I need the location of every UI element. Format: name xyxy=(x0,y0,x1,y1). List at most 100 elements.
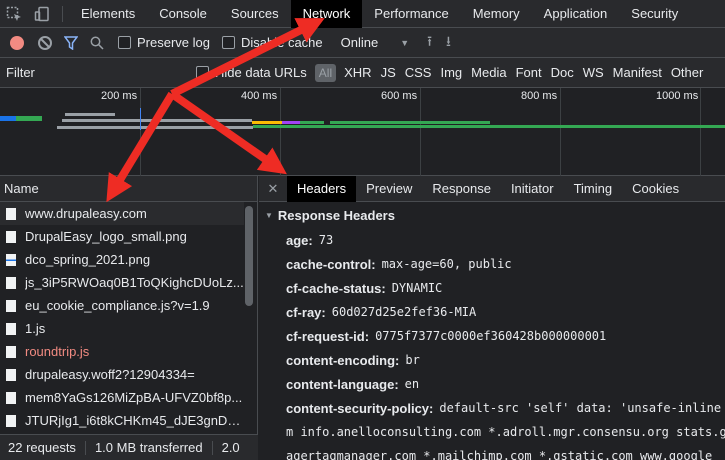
tab-network[interactable]: Network xyxy=(290,0,363,28)
filter-type-js[interactable]: JS xyxy=(381,65,396,80)
details-tab-bar: ✕ Headers Preview Response Initiator Tim… xyxy=(259,176,725,202)
tab-cookies[interactable]: Cookies xyxy=(622,176,689,202)
filter-icon[interactable] xyxy=(64,35,78,50)
request-name-error: roundtrip.js xyxy=(25,344,90,359)
header-key: content-security-policy: xyxy=(286,400,434,416)
tab-elements[interactable]: Elements xyxy=(69,0,147,28)
header-value: br xyxy=(405,353,420,367)
clear-button[interactable] xyxy=(38,35,52,50)
network-overview[interactable]: 200 ms 400 ms 600 ms 800 ms 1000 ms xyxy=(0,88,725,176)
preserve-log-checkbox[interactable] xyxy=(118,36,131,49)
header-row: content-security-policy: default-src 'sel… xyxy=(259,396,725,420)
header-key: cf-cache-status: xyxy=(286,280,386,296)
summary-divider xyxy=(211,440,213,455)
tab-performance[interactable]: Performance xyxy=(362,0,460,28)
request-row[interactable]: eu_cookie_compliance.js?v=1.9 xyxy=(0,294,244,317)
document-icon xyxy=(6,276,16,289)
inspect-element-icon[interactable] xyxy=(0,0,28,28)
import-har-icon[interactable]: ⭱ xyxy=(427,31,432,55)
filter-type-all[interactable]: All xyxy=(314,63,337,82)
document-icon xyxy=(6,230,16,243)
preserve-log-label: Preserve log xyxy=(137,35,210,50)
tab-memory[interactable]: Memory xyxy=(461,0,532,28)
column-header-name[interactable]: Name xyxy=(0,176,257,202)
hide-data-urls-checkbox[interactable] xyxy=(196,66,209,79)
filter-type-other[interactable]: Other xyxy=(671,65,704,80)
request-name: www.drupaleasy.com xyxy=(25,206,147,221)
header-row: cf-cache-status: DYNAMIC xyxy=(259,276,725,300)
request-details: ✕ Headers Preview Response Initiator Tim… xyxy=(259,176,725,460)
request-row[interactable]: www.drupaleasy.com xyxy=(0,202,244,225)
filter-type-media[interactable]: Media xyxy=(471,65,506,80)
header-key: content-language: xyxy=(286,376,399,392)
throttling-value: Online xyxy=(340,35,379,50)
tab-application[interactable]: Application xyxy=(532,0,620,28)
header-row: content-language: en xyxy=(259,372,725,396)
grid-line xyxy=(140,88,141,176)
document-icon xyxy=(6,345,16,358)
timeline-bar xyxy=(16,116,42,121)
tab-console[interactable]: Console xyxy=(147,0,219,28)
tick-label: 800 ms xyxy=(521,90,558,102)
header-key: content-encoding: xyxy=(286,352,400,368)
tab-headers[interactable]: Headers xyxy=(287,176,357,202)
request-row[interactable]: roundtrip.js xyxy=(0,340,244,363)
section-title: Response Headers xyxy=(277,207,395,223)
document-icon xyxy=(6,322,16,335)
throttling-select[interactable]: Online ▼ xyxy=(341,35,410,50)
close-icon[interactable]: ✕ xyxy=(259,181,287,197)
timeline-bar xyxy=(252,121,282,124)
network-summary: 22 requests 1.0 MB transferred 2.0 xyxy=(0,434,258,460)
request-row[interactable]: drupaleasy.woff2?12904334= xyxy=(0,363,244,386)
tab-security[interactable]: Security xyxy=(619,0,690,28)
filter-type-font[interactable]: Font xyxy=(516,65,542,80)
header-value: 73 xyxy=(318,233,334,247)
filter-type-ws[interactable]: WS xyxy=(583,65,604,80)
export-har-icon[interactable]: ⭳ xyxy=(446,31,451,55)
tab-initiator[interactable]: Initiator xyxy=(501,176,564,202)
document-icon xyxy=(6,391,16,404)
record-button[interactable] xyxy=(10,35,24,50)
tick-label: 1000 ms xyxy=(656,90,699,102)
header-key: cf-request-id: xyxy=(286,328,370,344)
grid-line xyxy=(700,88,701,176)
filter-type-img[interactable]: Img xyxy=(440,65,462,80)
request-row[interactable]: js_3iP5RWOaq0B1ToQKighcDUoLz... xyxy=(0,271,244,294)
request-name: mem8YaGs126MiZpBA-UFVZ0bf8p... xyxy=(25,390,243,405)
filter-placeholder: Filter xyxy=(6,65,35,80)
request-row[interactable]: dco_spring_2021.png xyxy=(0,248,244,271)
filter-bar: Filter Hide data URLs All XHR JS CSS Img… xyxy=(0,58,725,88)
timeline-bar xyxy=(300,121,324,124)
request-row[interactable]: DrupalEasy_logo_small.png xyxy=(0,225,244,248)
timeline-bar xyxy=(57,126,253,129)
document-icon xyxy=(6,414,16,427)
tab-timing[interactable]: Timing xyxy=(564,176,623,202)
tab-preview[interactable]: Preview xyxy=(356,176,422,202)
timeline-bar xyxy=(62,119,252,122)
request-name: JTURjIg1_i6t8kCHKm45_dJE3gnD_... xyxy=(25,413,244,428)
tick-label: 400 ms xyxy=(241,90,278,102)
request-list-scrollbar[interactable] xyxy=(245,206,253,306)
header-row: cf-ray: 60d027d25e2fef36-MIA xyxy=(259,300,725,324)
image-icon xyxy=(6,253,16,266)
filter-type-manifest[interactable]: Manifest xyxy=(613,65,662,80)
filter-type-css[interactable]: CSS xyxy=(405,65,432,80)
request-row[interactable]: JTURjIg1_i6t8kCHKm45_dJE3gnD_... xyxy=(0,409,244,432)
filter-type-xhr[interactable]: XHR xyxy=(344,65,371,80)
device-toolbar-icon[interactable] xyxy=(28,0,56,28)
triangle-down-icon: ▼ xyxy=(265,210,273,220)
tab-response[interactable]: Response xyxy=(422,176,501,202)
tab-sources[interactable]: Sources xyxy=(219,0,291,28)
request-row[interactable]: 1.js xyxy=(0,317,244,340)
resources-size: 2.0 xyxy=(221,440,240,455)
disable-cache-checkbox[interactable] xyxy=(221,36,235,49)
document-icon xyxy=(6,299,16,312)
request-row[interactable]: mem8YaGs126MiZpBA-UFVZ0bf8p... xyxy=(0,386,244,409)
search-icon[interactable] xyxy=(90,36,104,50)
network-toolbar: Preserve log Disable cache Online ▼ ⭱ ⭳ xyxy=(0,28,725,58)
filter-type-doc[interactable]: Doc xyxy=(551,65,574,80)
response-headers-toggle[interactable]: ▼ Response Headers xyxy=(259,202,725,228)
header-key: age: xyxy=(286,232,313,248)
filter-input[interactable]: Filter xyxy=(6,65,196,80)
timeline-bar xyxy=(282,121,302,124)
